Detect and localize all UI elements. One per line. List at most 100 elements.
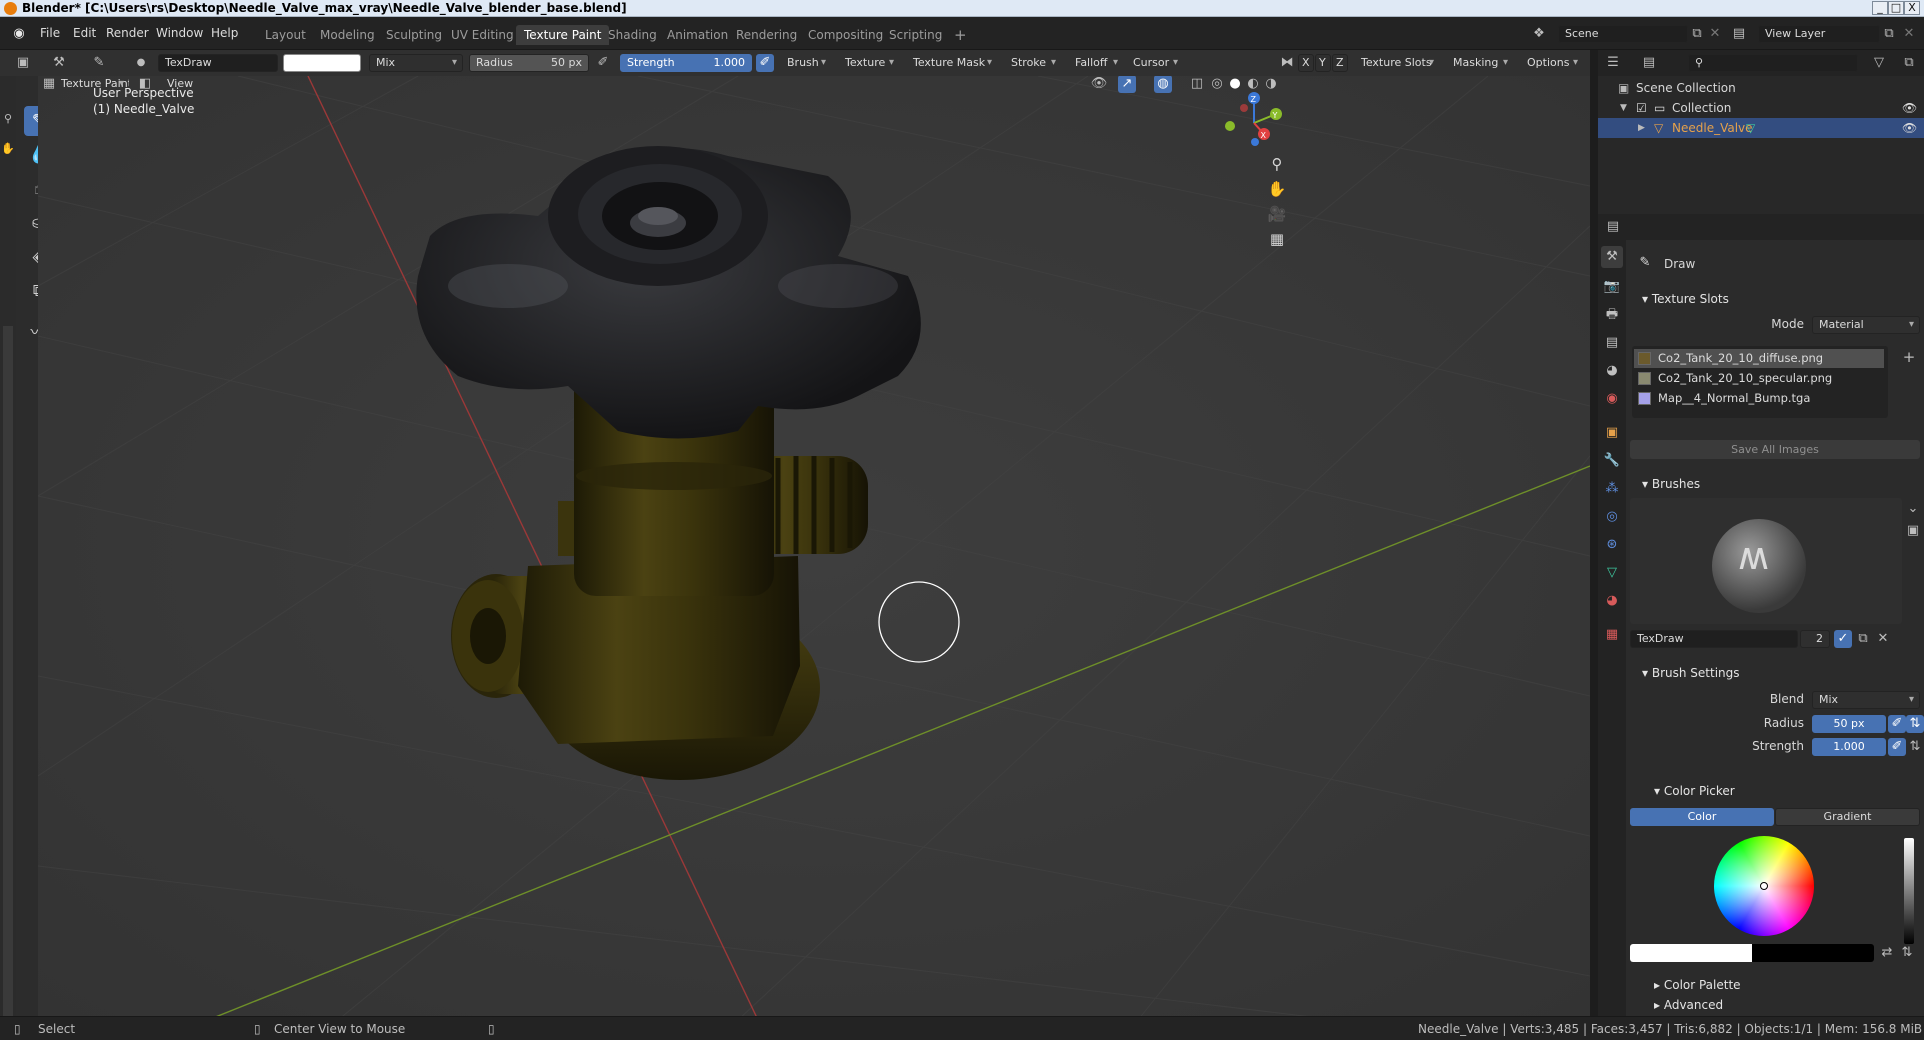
color-wheel[interactable] [1714,836,1814,936]
collection-checkbox-icon[interactable]: ☑ [1636,98,1647,118]
properties-editor-icon[interactable]: ▤ [1604,218,1622,236]
close-button[interactable]: X [1904,1,1920,15]
brush-users-count[interactable]: 2 [1800,630,1830,648]
color-wheel-cursor[interactable] [1760,882,1768,890]
view-layer-icon[interactable]: ▤ [1730,25,1748,43]
secondary-color-swatch[interactable] [1752,944,1874,962]
tab-texture-paint[interactable]: Texture Paint [516,25,610,45]
gizmo-toggle-icon[interactable]: ↗ [1118,76,1136,93]
strength-pressure-icon[interactable]: ✐ [756,54,774,72]
brush-menu-icon[interactable]: ⌄ [1904,500,1922,518]
xray-icon[interactable]: ◫ [1188,76,1206,93]
radius-pressure-icon[interactable]: ✐ [1888,715,1906,733]
brush-color-swatch[interactable] [283,54,361,72]
slot-item[interactable]: Map__4_Normal_Bump.tga [1634,389,1884,408]
tab-sculpting[interactable]: Sculpting [378,25,450,45]
slot-item[interactable]: Co2_Tank_20_10_specular.png [1634,369,1884,388]
radius-field[interactable]: Radius 50 px [469,54,589,72]
blend-mode-dropdown[interactable]: Mix [369,54,463,72]
tab-layout[interactable]: Layout [257,25,314,45]
primary-color-swatch[interactable] [1630,944,1752,962]
outliner-search-input[interactable]: ⚲ [1688,54,1858,72]
tab-uv-editing[interactable]: UV Editing [443,25,522,45]
shading-wire-icon[interactable]: ◎ [1208,76,1226,93]
constraints-tab-icon[interactable]: ⊛ [1601,534,1623,556]
texture-tab-icon[interactable]: ▦ [1601,624,1623,646]
scene-collection-row[interactable]: ▣ Scene Collection [1598,78,1924,98]
physics-tab-icon[interactable]: ◎ [1601,506,1623,528]
mirror-z-toggle[interactable]: Z [1332,54,1348,72]
particles-tab-icon[interactable]: ⁂ [1601,478,1623,500]
blend-dropdown[interactable]: Mix [1812,691,1920,709]
stroke-menu[interactable]: Stroke [1004,54,1062,72]
symmetry-icon[interactable]: ⧓ [1278,54,1296,72]
brushes-panel-title[interactable]: ▾ Brushes [1642,477,1700,491]
tool-tab-icon[interactable]: ⚒ [1601,246,1623,268]
brush-menu[interactable]: Brush [780,54,832,72]
mirror-x-toggle[interactable]: X [1298,54,1314,72]
tool-settings-icon[interactable]: ⚒ [50,54,68,72]
outliner-editor-icon[interactable]: ☰ [1604,54,1622,72]
brush-image-icon[interactable]: ▣ [1904,522,1922,540]
object-visibility-icon[interactable]: 👁 [1902,118,1917,138]
modifier-tab-icon[interactable]: 🔧 [1601,450,1623,472]
minimize-button[interactable]: _ [1872,1,1888,15]
texture-menu[interactable]: Texture [838,54,900,72]
new-scene-icon[interactable]: ⧉ [1688,25,1706,43]
radius-pressure-icon[interactable]: ✐ [594,54,612,72]
brush-browse-icon[interactable]: ● [132,54,150,72]
color-unified-icon[interactable]: ⇅ [1898,944,1916,962]
view-layer-field[interactable]: View Layer [1758,25,1880,43]
gradient-tab[interactable]: Gradient [1775,808,1920,826]
brush-name-field[interactable]: TexDraw [158,54,278,72]
swap-colors-icon[interactable]: ⇄ [1878,944,1896,962]
data-tab-icon[interactable]: ▽ [1601,562,1623,584]
collection-row[interactable]: ▼ ☑ ▭ Collection 👁 [1598,98,1924,118]
tab-animation[interactable]: Animation [659,25,736,45]
3d-viewport[interactable]: Z Y X ▦ Texture Paint ▦ ◧ View 👁 ↗ ◍ ◫ ◎… [38,76,1590,1020]
overlay-toggle-icon[interactable]: ◍ [1154,76,1172,93]
render-tab-icon[interactable]: 📷 [1601,276,1623,298]
radius-slider[interactable]: 50 px [1812,715,1886,733]
menu-help[interactable]: Help [211,26,238,40]
brush-icon[interactable]: ✎ [90,54,108,72]
color-tab[interactable]: Color [1630,808,1774,826]
strength-pressure-icon[interactable]: ✐ [1888,738,1906,756]
view-layer-tab-icon[interactable]: ▤ [1601,332,1623,354]
editor-type-icon[interactable]: ▣ [14,54,32,72]
output-tab-icon[interactable]: 🖶 [1601,304,1623,326]
zoom-view-icon[interactable]: ⚲ [1265,152,1289,176]
needle-valve-row[interactable]: ▶ ▽ Needle_Valve ▽ 👁 [1598,118,1924,138]
texture-slots-menu[interactable]: Texture Slots [1354,54,1440,72]
ortho-toggle-icon[interactable]: ▦ [1265,227,1289,251]
strength-slider[interactable]: 1.000 [1812,738,1886,756]
menu-render[interactable]: Render [106,26,149,40]
object-expand-icon[interactable]: ▶ [1638,118,1645,138]
add-slot-button[interactable]: + [1900,348,1918,366]
visibility-icon[interactable]: 👁 [1090,76,1108,93]
strength-unified-icon[interactable]: ⇅ [1906,738,1924,756]
brush-settings-panel-title[interactable]: ▾ Brush Settings [1642,666,1740,680]
menu-file[interactable]: File [40,26,60,40]
tab-modeling[interactable]: Modeling [312,25,383,45]
collection-visibility-icon[interactable]: 👁 [1902,98,1917,118]
delete-view-layer-icon[interactable]: ✕ [1900,25,1918,43]
tab-shading[interactable]: Shading [600,25,665,45]
new-view-layer-icon[interactable]: ⧉ [1880,25,1898,43]
hand-icon[interactable]: ✋ [0,140,17,158]
material-tab-icon[interactable]: ◕ [1601,590,1623,612]
cursor-menu[interactable]: Cursor [1126,54,1184,72]
color-picker-panel-title[interactable]: ▾ Color Picker [1654,784,1735,798]
advanced-panel-title[interactable]: ▸ Advanced [1654,998,1723,1012]
unlink-brush-icon[interactable]: ✕ [1874,630,1892,648]
duplicate-brush-icon[interactable]: ⧉ [1854,630,1872,648]
color-palette-panel-title[interactable]: ▸ Color Palette [1654,978,1741,992]
scene-icon[interactable]: ❖ [1530,25,1548,43]
filter-icon[interactable]: ▽ [1870,54,1888,72]
menu-window[interactable]: Window [156,26,203,40]
display-mode-icon[interactable]: ▤ [1640,54,1658,72]
scene-tab-icon[interactable]: ◕ [1601,360,1623,382]
scene-field[interactable]: Scene [1558,25,1688,43]
shading-material-icon[interactable]: ◐ [1244,76,1262,93]
shading-solid-icon[interactable]: ● [1226,76,1244,93]
